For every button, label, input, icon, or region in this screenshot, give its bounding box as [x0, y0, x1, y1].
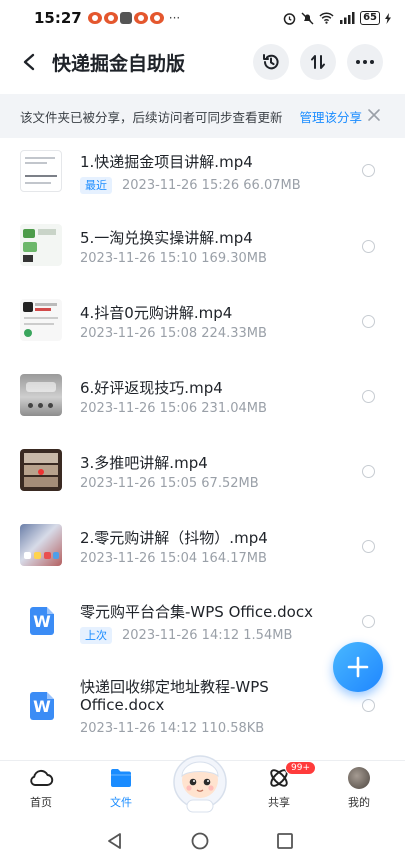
more-button[interactable] — [347, 44, 383, 80]
file-item[interactable]: 2.零元购讲解（抖物）.mp4 2023-11-26 15:04 164.17M… — [0, 520, 405, 592]
file-meta: 2023-11-26 15:06 231.04MB — [80, 401, 267, 416]
file-item[interactable]: 5.一淘兑换实操讲解.mp4 2023-11-26 15:10 169.30MB — [0, 220, 405, 292]
system-home-icon[interactable] — [191, 832, 209, 850]
notification-icons: ··· — [87, 11, 181, 25]
nav-files-label: 文件 — [110, 796, 132, 809]
system-recents-icon[interactable] — [276, 832, 294, 850]
app-notification-icon — [133, 12, 148, 24]
select-checkbox[interactable] — [362, 465, 375, 478]
page-title: 快递掘金自助版 — [52, 52, 186, 75]
file-item[interactable]: 3.多推吧讲解.mp4 2023-11-26 15:05 67.52MB — [0, 445, 405, 517]
select-checkbox[interactable] — [362, 164, 375, 177]
plus-icon — [347, 656, 369, 678]
file-meta: 最近 2023-11-26 15:26 66.07MB — [80, 177, 301, 194]
recent-badge: 最近 — [80, 177, 112, 194]
signal-icon — [340, 12, 355, 24]
share-banner-text: 该文件夹已被分享，后续访问者可同步查看更新 — [20, 109, 283, 125]
video-thumbnail — [20, 449, 62, 491]
file-date-size: 2023-11-26 14:12 110.58KB — [80, 721, 265, 736]
share-count-badge: 99+ — [285, 761, 316, 775]
avatar — [348, 767, 370, 789]
mascot-astronaut-button[interactable] — [167, 750, 233, 816]
nav-me[interactable]: 我的 — [329, 767, 389, 817]
select-checkbox[interactable] — [362, 315, 375, 328]
file-date-size: 2023-11-26 14:12 1.54MB — [122, 628, 293, 643]
file-date-size: 2023-11-26 15:06 231.04MB — [80, 401, 267, 416]
select-checkbox[interactable] — [362, 240, 375, 253]
app-header: 快递掘金自助版 — [0, 40, 405, 84]
nav-home[interactable]: 首页 — [11, 767, 71, 817]
system-nav-bar — [0, 818, 405, 863]
file-item[interactable]: 1.快递掘金项目讲解.mp4 最近 2023-11-26 15:26 66.07… — [0, 144, 405, 216]
video-thumbnail — [20, 524, 62, 566]
system-back-icon[interactable] — [106, 832, 124, 850]
select-checkbox[interactable] — [362, 540, 375, 553]
file-date-size: 2023-11-26 15:05 67.52MB — [80, 476, 259, 491]
nav-files[interactable]: 文件 — [91, 767, 151, 817]
nav-share-label: 共享 — [268, 796, 290, 809]
more-notifications-icon: ··· — [168, 11, 181, 25]
file-name-line2: Office.docx — [80, 696, 165, 714]
file-name: 1.快递掘金项目讲解.mp4 — [80, 153, 253, 171]
wps-document-icon: W — [30, 607, 54, 635]
select-checkbox[interactable] — [362, 699, 375, 712]
select-checkbox[interactable] — [362, 615, 375, 628]
close-banner-button[interactable] — [365, 106, 383, 124]
sort-icon — [311, 55, 325, 69]
history-icon — [263, 54, 279, 70]
nav-home-label: 首页 — [30, 796, 52, 809]
wps-document-icon: W — [30, 692, 54, 720]
sort-button[interactable] — [300, 44, 336, 80]
nav-me-label: 我的 — [348, 796, 370, 809]
file-meta: 2023-11-26 15:10 169.30MB — [80, 251, 267, 266]
back-button[interactable] — [14, 47, 44, 77]
file-name: 2.零元购讲解（抖物）.mp4 — [80, 529, 268, 547]
select-checkbox[interactable] — [362, 390, 375, 403]
close-icon — [368, 109, 380, 121]
battery-level: 65 — [360, 11, 380, 25]
add-file-button[interactable] — [333, 642, 383, 692]
file-name: 5.一淘兑换实操讲解.mp4 — [80, 229, 253, 247]
file-name: 4.抖音0元购讲解.mp4 — [80, 304, 233, 322]
last-opened-badge: 上次 — [80, 627, 112, 644]
file-meta: 2023-11-26 15:08 224.33MB — [80, 326, 267, 341]
file-date-size: 2023-11-26 15:08 224.33MB — [80, 326, 267, 341]
file-name: 3.多推吧讲解.mp4 — [80, 454, 208, 472]
file-name-line1: 快递回收绑定地址教程-WPS — [80, 678, 269, 696]
cloud-icon — [30, 769, 54, 786]
app-notification-icon — [119, 12, 132, 24]
file-date-size: 2023-11-26 15:10 169.30MB — [80, 251, 267, 266]
file-name: 6.好评返现技巧.mp4 — [80, 379, 223, 397]
charging-icon — [385, 12, 391, 24]
file-meta: 2023-11-26 14:12 110.58KB — [80, 721, 264, 736]
mute-icon — [301, 12, 314, 24]
video-thumbnail — [20, 299, 62, 341]
back-arrow-icon — [23, 53, 35, 71]
file-item[interactable]: 4.抖音0元购讲解.mp4 2023-11-26 15:08 224.33MB — [0, 295, 405, 367]
app-notification-icon — [103, 12, 118, 24]
alarm-icon — [283, 12, 296, 25]
file-meta: 2023-11-26 15:05 67.52MB — [80, 476, 259, 491]
nav-share[interactable]: 99+ 共享 — [249, 761, 316, 817]
file-date-size: 2023-11-26 15:04 164.17MB — [80, 551, 267, 566]
app-notification-icon — [87, 12, 102, 24]
video-thumbnail — [20, 224, 62, 266]
app-notification-icon — [149, 12, 164, 24]
video-thumbnail — [20, 374, 62, 416]
file-name: 零元购平台合集-WPS Office.docx — [80, 603, 313, 621]
more-icon — [356, 60, 374, 64]
video-thumbnail — [20, 150, 62, 192]
folder-icon — [111, 769, 131, 787]
file-date-size: 2023-11-26 15:26 66.07MB — [122, 178, 301, 193]
wifi-icon — [319, 12, 334, 24]
history-button[interactable] — [253, 44, 289, 80]
share-banner: 该文件夹已被分享，后续访问者可同步查看更新 管理该分享 — [0, 94, 405, 138]
file-item[interactable]: 6.好评返现技巧.mp4 2023-11-26 15:06 231.04MB — [0, 370, 405, 442]
system-status-icons: 65 — [283, 11, 391, 25]
file-meta: 2023-11-26 15:04 164.17MB — [80, 551, 267, 566]
status-time: 15:27 — [34, 9, 82, 27]
manage-share-link[interactable]: 管理该分享 — [300, 107, 363, 126]
status-bar: 15:27 ··· 65 — [0, 0, 405, 36]
file-meta: 上次 2023-11-26 14:12 1.54MB — [80, 627, 292, 644]
